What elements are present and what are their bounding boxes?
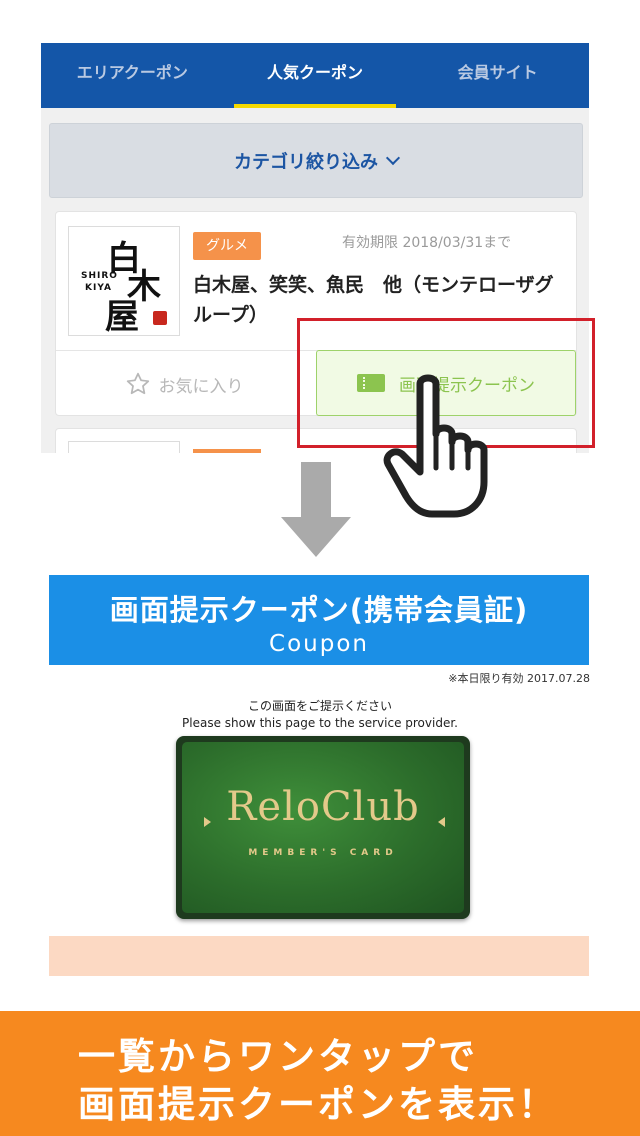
category-filter-label: カテゴリ絞り込み xyxy=(234,151,378,173)
shop-logo: 白 SHIRO KIYA 木 屋 xyxy=(68,226,180,337)
tab-area-coupon[interactable]: エリアクーポン xyxy=(41,43,224,108)
logo-char-3: 屋 xyxy=(105,297,139,337)
star-icon xyxy=(126,372,149,395)
tab-popular-coupon[interactable]: 人気クーポン xyxy=(224,43,407,108)
chevron-down-icon xyxy=(385,150,401,165)
favorite-button[interactable]: お気に入り xyxy=(56,351,312,417)
validity-note: ※本日限り有効 2017.07.28 xyxy=(448,672,590,685)
member-card-face: ReloClub MEMBER'S CARD xyxy=(182,742,464,913)
promo-caption: 一覧からワンタップで 画面提示クーポンを表示！ xyxy=(0,1011,640,1136)
tab-bar: エリアクーポン 人気クーポン 会員サイト xyxy=(41,43,589,108)
coupon-title: 画面提示クーポン(携帯会員証) xyxy=(109,593,529,627)
favorite-label: お気に入り xyxy=(158,376,244,397)
logo-seal-icon xyxy=(153,311,167,325)
logo-text-shiro: SHIRO xyxy=(81,271,118,281)
triangle-right-icon xyxy=(438,817,445,827)
pointing-hand-icon xyxy=(383,374,488,518)
shop-logo-next xyxy=(68,441,180,453)
category-filter-button[interactable]: カテゴリ絞り込み xyxy=(49,123,583,198)
coupon-banner: 画面提示クーポン(携帯会員証) Coupon xyxy=(49,575,589,665)
prompt-japanese: この画面をご提示ください xyxy=(247,699,392,713)
expiry-date: 有効期限 2018/03/31まで xyxy=(342,235,512,251)
caption-line-2: 画面提示クーポンを表示！ xyxy=(78,1083,558,1126)
category-badge: グルメ xyxy=(193,232,261,260)
caption-line-1: 一覧からワンタップで xyxy=(78,1035,478,1078)
member-card-logo: ReloClub xyxy=(226,784,420,830)
prompt-english: Please show this page to the service pro… xyxy=(182,716,458,730)
arrow-down-icon xyxy=(281,462,351,557)
coupon-subtitle: Coupon xyxy=(269,631,369,657)
coupon-footer-strip xyxy=(49,936,589,976)
tab-member-site[interactable]: 会員サイト xyxy=(406,43,589,108)
category-badge-next xyxy=(193,449,261,453)
member-card: ReloClub MEMBER'S CARD xyxy=(176,736,470,919)
member-card-subtitle: MEMBER'S CARD xyxy=(248,848,398,858)
